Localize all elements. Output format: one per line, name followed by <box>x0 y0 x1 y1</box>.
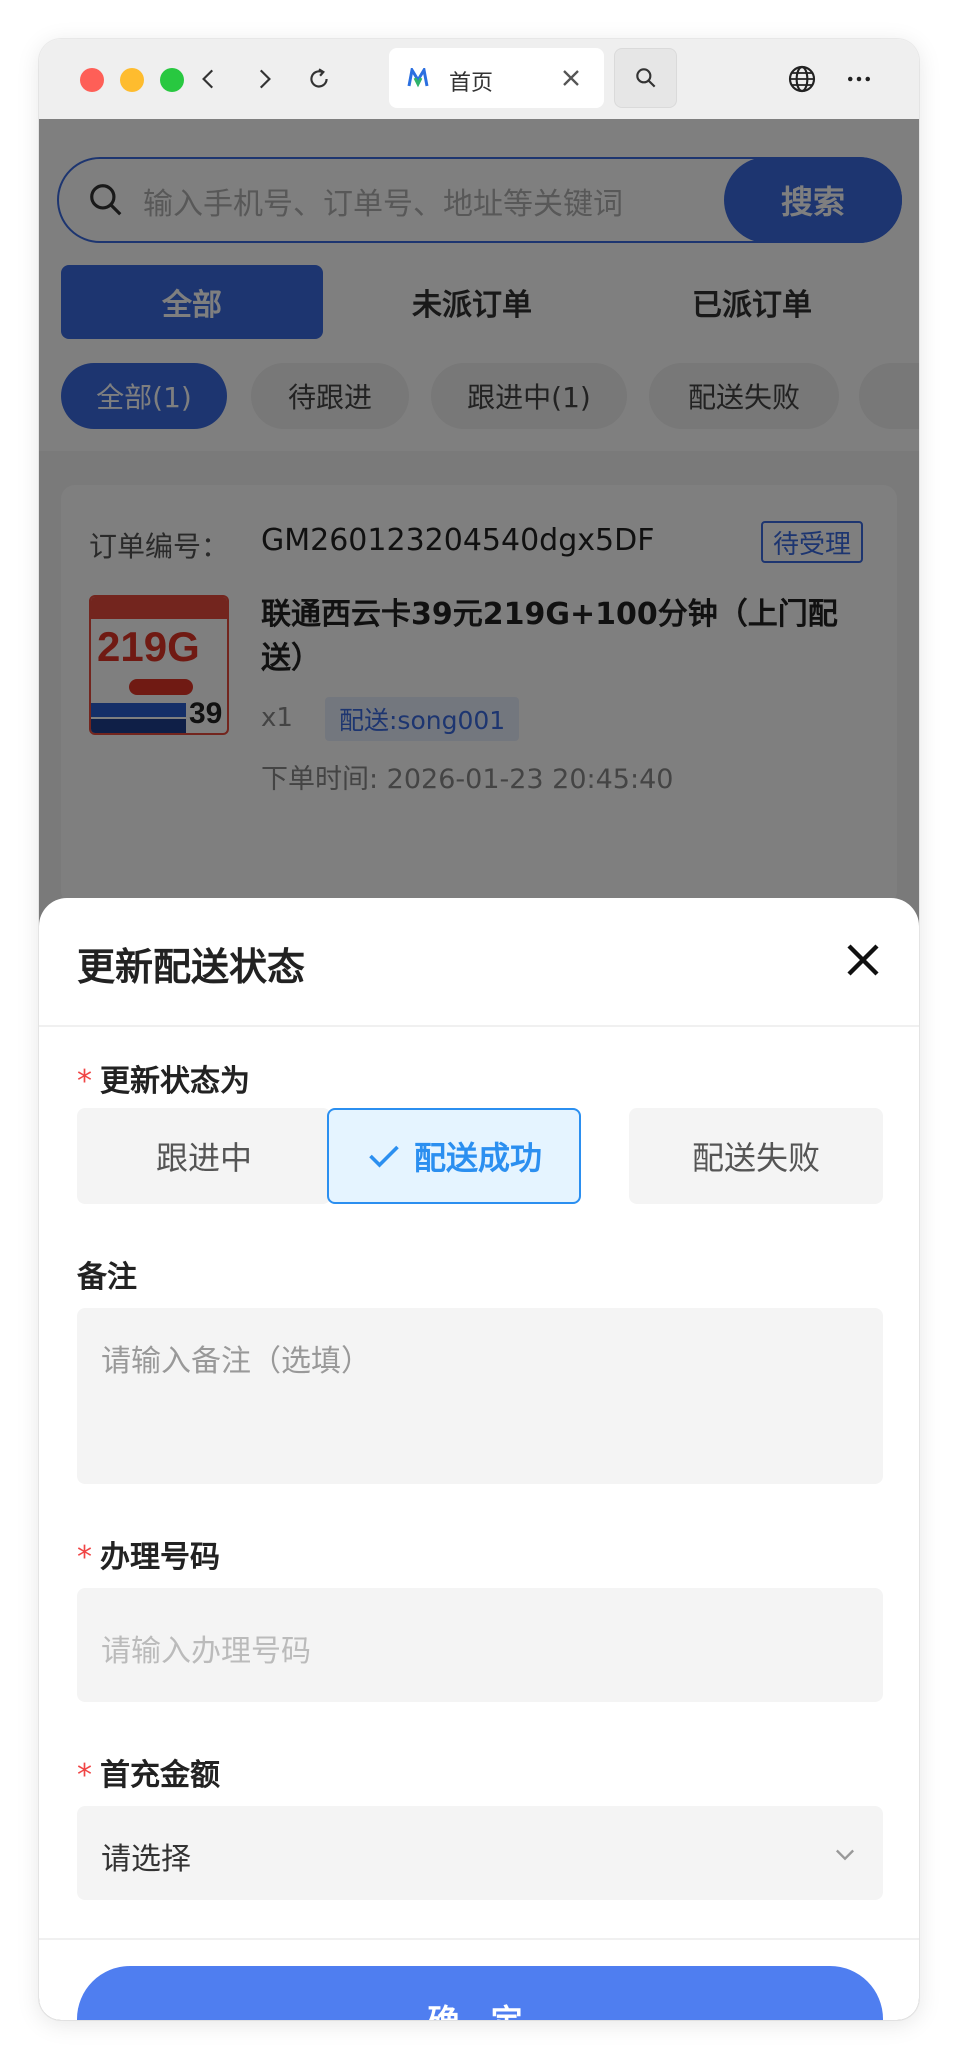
sheet-title: 更新配送状态 <box>77 945 306 989</box>
divider <box>39 1938 919 1940</box>
status-option-delivered[interactable]: 配送成功 <box>327 1108 581 1204</box>
back-button[interactable] <box>189 59 229 99</box>
status-option-failed[interactable]: 配送失败 <box>629 1108 883 1204</box>
remark-textarea[interactable]: 请输入备注（选填） <box>77 1308 883 1484</box>
required-mark: * <box>77 1758 92 1793</box>
tab-title: 首页 <box>449 71 494 96</box>
maximize-window-button[interactable] <box>160 68 184 92</box>
required-mark: * <box>77 1540 92 1575</box>
reload-button[interactable] <box>299 59 339 99</box>
browser-tab[interactable]: 首页 <box>389 48 604 108</box>
more-menu-button[interactable] <box>839 59 879 99</box>
update-status-sheet: 更新配送状态 * 更新状态为 跟进中 配送成功 配送失败 备注 请输入备注（选填）… <box>39 898 919 2020</box>
status-field-label: * 更新状态为 <box>77 1064 250 1099</box>
status-option-delivered-label: 配送成功 <box>413 1139 542 1177</box>
chevron-right-icon <box>259 69 271 89</box>
phone-placeholder: 请输入办理号码 <box>101 1634 311 1669</box>
browser-search-button[interactable] <box>614 48 677 108</box>
chevron-left-icon <box>202 69 214 89</box>
check-icon <box>369 1145 399 1168</box>
amount-field-label: * 首充金额 <box>77 1758 220 1793</box>
more-dots-icon <box>848 76 870 82</box>
amount-select[interactable]: 请选择 <box>77 1806 883 1900</box>
confirm-button[interactable]: 确 定 <box>77 1966 883 2020</box>
required-mark: * <box>77 1064 92 1099</box>
phone-field-label: * 办理号码 <box>77 1540 220 1575</box>
amount-select-value: 请选择 <box>101 1842 191 1877</box>
phone-number-input[interactable]: 请输入办理号码 <box>77 1588 883 1702</box>
browser-window: 首页 输入手机号、订单号、地址等关键词 搜索 全部 未派订单 已派订单 全部(1… <box>39 39 919 2020</box>
globe-icon <box>788 65 816 93</box>
language-button[interactable] <box>782 59 822 99</box>
site-favicon-icon <box>407 68 429 88</box>
close-window-button[interactable] <box>80 68 104 92</box>
remark-field-label: 备注 <box>77 1260 137 1295</box>
close-icon[interactable] <box>839 936 887 984</box>
status-option-following[interactable]: 跟进中 <box>77 1108 331 1204</box>
remark-placeholder: 请输入备注（选填） <box>101 1344 371 1379</box>
minimize-window-button[interactable] <box>120 68 144 92</box>
page-content: 输入手机号、订单号、地址等关键词 搜索 全部 未派订单 已派订单 全部(1) 待… <box>39 119 919 2020</box>
forward-button[interactable] <box>244 59 284 99</box>
reload-icon <box>310 68 328 88</box>
chevron-down-icon <box>836 1849 854 1861</box>
search-icon <box>635 68 655 88</box>
divider <box>39 1025 919 1027</box>
close-tab-icon[interactable] <box>557 64 585 92</box>
browser-toolbar: 首页 <box>39 39 919 119</box>
